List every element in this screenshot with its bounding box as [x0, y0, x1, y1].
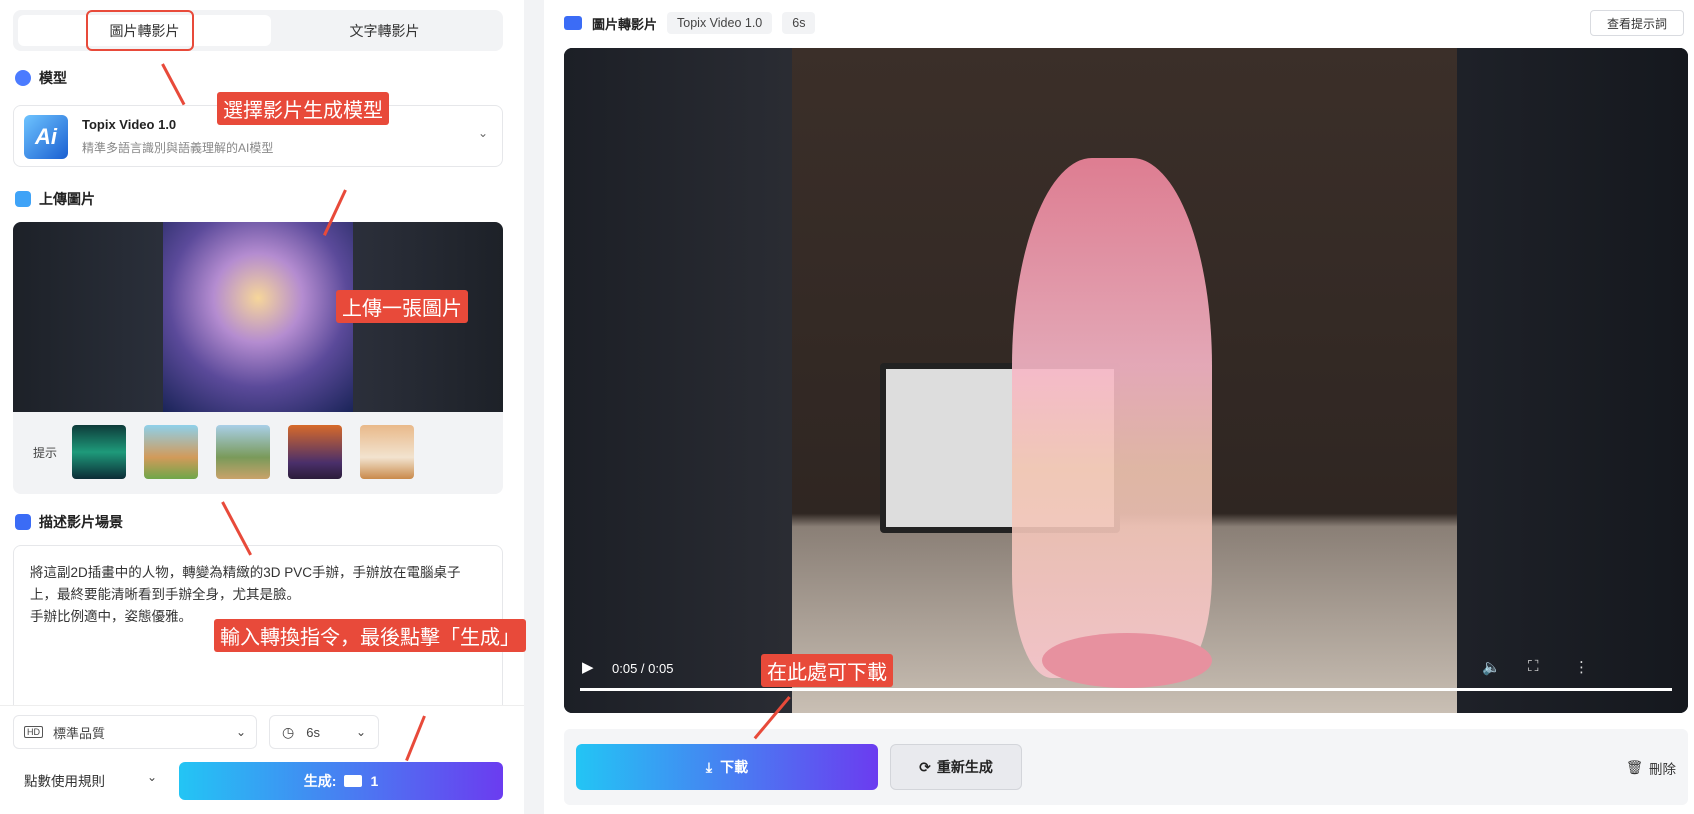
prompt-section-header: 描述影片場景 [15, 512, 123, 532]
upload-section-header: 上傳圖片 [15, 189, 95, 209]
delete-button[interactable]: 🗑 刪除 [1626, 758, 1676, 778]
video-time: 0:05 / 0:05 [612, 661, 674, 676]
video-camera-icon [344, 775, 363, 787]
download-icon: ⤓ [705, 758, 713, 775]
more-options-icon[interactable]: ⋮ [1574, 658, 1589, 676]
regenerate-button[interactable]: ⟳ 重新生成 [890, 744, 1022, 790]
play-icon[interactable]: ▶ [582, 658, 594, 676]
download-button[interactable]: ⤓ 下載 [576, 744, 878, 790]
video-figure-shape [1012, 158, 1212, 678]
refresh-icon: ⟳ [919, 758, 931, 775]
hd-icon: HD [24, 726, 43, 738]
result-title: 圖片轉影片 [592, 16, 658, 32]
quality-value: 標準品質 [53, 725, 106, 741]
model-icon [15, 70, 31, 86]
upload-section-title: 上傳圖片 [39, 191, 95, 207]
fullscreen-icon[interactable]: ⛶ [1528, 658, 1539, 675]
chevron-down-icon: ⌄ [147, 770, 158, 784]
sample-thumbnail-dog[interactable] [144, 425, 198, 479]
sample-thumbnail-bottle[interactable] [288, 425, 342, 479]
trash-icon: 🗑 [1625, 760, 1643, 775]
sample-thumbnail-cat[interactable] [360, 425, 414, 479]
points-rules-link[interactable]: 點數使用規則 [24, 770, 105, 790]
model-desc: 精準多語言識別與語義理解的AI模型 [82, 141, 274, 155]
video-frame [792, 48, 1457, 713]
tab-text-to-video[interactable]: 文字轉影片 [271, 15, 498, 46]
chevron-down-icon: ⌄ [355, 725, 366, 739]
image-icon [15, 191, 31, 207]
model-name: Topix Video 1.0 [82, 117, 177, 132]
prompt-section-title: 描述影片場景 [39, 514, 123, 530]
panel-divider [524, 0, 544, 814]
model-section-header: 模型 [15, 68, 67, 88]
image-upload-area[interactable]: 提示 [13, 222, 503, 494]
chevron-down-icon: ⌄ [477, 126, 488, 140]
download-label: 下載 [720, 759, 749, 775]
annotation-select-model: 選擇影片生成模型 [217, 92, 389, 125]
generate-cost: 1 [370, 773, 379, 789]
ai-logo: Ai [24, 115, 68, 159]
duration-select[interactable]: ◷ 6s ⌄ [269, 715, 379, 749]
edit-icon [15, 514, 31, 530]
sample-thumbnail-aurora[interactable] [72, 425, 126, 479]
delete-label: 刪除 [1649, 762, 1676, 777]
video-progress-bar[interactable] [580, 688, 1672, 691]
clock-icon: ◷ [282, 723, 295, 740]
duration-value: 6s [306, 724, 320, 740]
result-header: 圖片轉影片 Topix Video 1.0 6s [564, 10, 816, 36]
result-action-bar: ⤓ 下載 ⟳ 重新生成 🗑 刪除 [564, 729, 1688, 805]
sample-thumbnail-cyclist[interactable] [216, 425, 270, 479]
generate-button[interactable]: 生成: 1 [179, 762, 503, 800]
quality-select[interactable]: HD 標準品質 ⌄ [13, 715, 257, 749]
annotation-download-here: 在此處可下載 [761, 654, 893, 687]
duration-badge: 6s [782, 12, 816, 34]
tab-highlight-box [86, 10, 194, 51]
chevron-down-icon: ⌄ [235, 725, 246, 739]
annotation-enter-prompt: 輸入轉換指令，最後點擊「生成」 [214, 619, 526, 652]
hint-label: 提示 [33, 446, 58, 460]
generate-label: 生成: [303, 773, 337, 789]
annotation-upload-image: 上傳一張圖片 [336, 290, 468, 323]
uploaded-image [163, 222, 353, 412]
model-section-title: 模型 [39, 70, 67, 86]
right-panel: 圖片轉影片 Topix Video 1.0 6s 查看提示詞 ▶ 0:05 / … [544, 0, 1694, 814]
video-icon [564, 16, 582, 30]
video-player[interactable]: ▶ 0:05 / 0:05 🔈 ⛶ ⋮ [564, 48, 1688, 713]
volume-icon[interactable]: 🔈 [1482, 658, 1501, 676]
view-prompt-button[interactable]: 查看提示詞 [1589, 10, 1684, 36]
video-figure-base [1042, 633, 1212, 688]
regenerate-label: 重新生成 [936, 759, 993, 775]
model-badge: Topix Video 1.0 [667, 12, 773, 34]
